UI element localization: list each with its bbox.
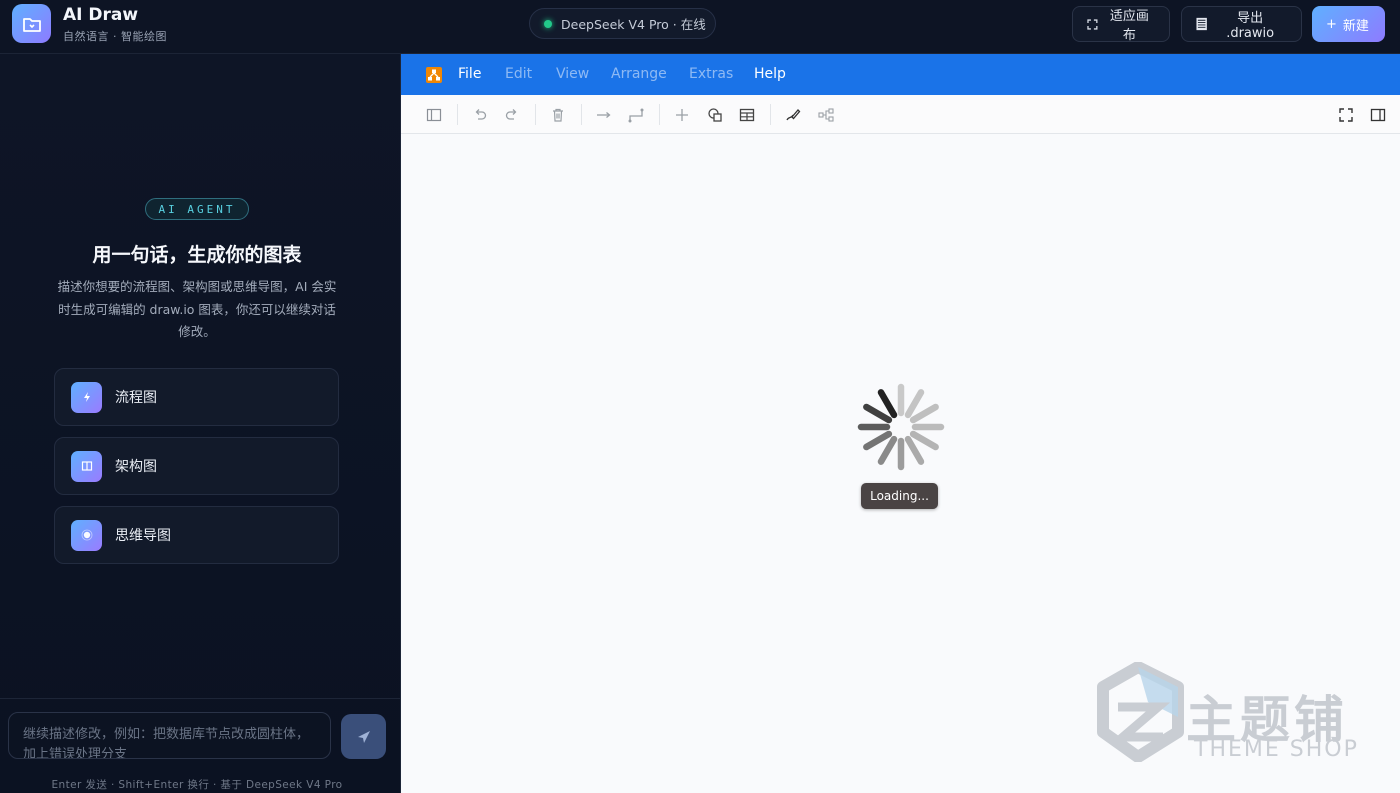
drawio-logo-icon — [426, 67, 442, 83]
online-status-dot — [544, 19, 552, 28]
architecture-icon — [71, 450, 102, 482]
export-label: 导出 .drawio — [1226, 11, 1275, 41]
watermark-logo-icon — [1097, 662, 1184, 762]
diagram-tree-icon[interactable] — [817, 106, 835, 124]
toolbar-separator — [770, 104, 771, 125]
freehand-draw-icon[interactable] — [784, 106, 802, 124]
editor-toolbar — [401, 95, 1400, 134]
loading-label: Loading... — [861, 483, 938, 509]
insert-plus-icon[interactable] — [673, 106, 691, 124]
shapes-icon[interactable] — [706, 106, 724, 124]
menu-edit[interactable]: Edit — [505, 66, 532, 82]
menu-file[interactable]: File — [458, 66, 481, 82]
fit-canvas-label: 适应画布 — [1109, 9, 1149, 43]
flowchart-card[interactable]: 流程图 — [54, 368, 339, 426]
app-logo[interactable] — [12, 4, 51, 43]
ai-agent-badge: AI AGENT — [145, 198, 249, 220]
table-icon[interactable] — [738, 106, 756, 124]
toolbar-separator — [581, 104, 582, 125]
hero-description: 描述你想要的流程图、架构图或思维导图，AI 会实时生成可编辑的 draw.io … — [57, 279, 337, 339]
flowchart-icon — [71, 381, 102, 413]
menu-help[interactable]: Help — [754, 66, 786, 82]
delete-icon[interactable] — [549, 106, 567, 124]
prompt-input[interactable] — [23, 725, 316, 758]
export-drawio-button[interactable]: 导出 .drawio — [1181, 6, 1302, 42]
send-button[interactable] — [341, 714, 386, 759]
send-icon — [357, 730, 370, 743]
drawio-editor: File Edit View Arrange Extras Help Loadi… — [401, 54, 1400, 793]
menu-extras[interactable]: Extras — [689, 66, 733, 82]
toggle-panel-icon[interactable] — [1369, 106, 1387, 124]
new-diagram-button[interactable]: + 新建 — [1312, 6, 1385, 42]
fit-canvas-button[interactable]: 适应画布 — [1072, 6, 1170, 43]
menu-view[interactable]: View — [556, 66, 589, 82]
menu-arrange[interactable]: Arrange — [611, 66, 667, 82]
folder-icon — [22, 17, 41, 32]
loading-spinner-icon — [857, 383, 945, 471]
format-panel-icon[interactable] — [425, 106, 443, 124]
chat-panel: AI AGENT 用一句话，生成你的图表 描述你想要的流程图、架构图或思维导图，… — [0, 54, 401, 793]
new-label: 新建 — [1342, 18, 1369, 34]
redo-icon[interactable] — [503, 106, 521, 124]
fit-screen-icon — [1087, 18, 1098, 30]
architecture-card[interactable]: 架构图 — [54, 437, 339, 495]
undo-icon[interactable] — [471, 106, 489, 124]
chat-composer: Enter 发送 · Shift+Enter 换行 · 基于 DeepSeek … — [0, 698, 400, 793]
mindmap-icon — [71, 519, 102, 551]
flowchart-label: 流程图 — [115, 390, 157, 406]
keyboard-hint: Enter 发送 · Shift+Enter 换行 · 基于 DeepSeek … — [51, 779, 343, 791]
toolbar-separator — [535, 104, 536, 125]
connector-straight-icon[interactable] — [595, 106, 613, 124]
model-status-pill[interactable]: DeepSeek V4 Pro · 在线 — [529, 8, 716, 39]
architecture-label: 架构图 — [115, 459, 157, 475]
hero-title: 用一句话，生成你的图表 — [92, 244, 302, 266]
mindmap-card[interactable]: 思维导图 — [54, 506, 339, 564]
watermark-en: THEME SHOP — [1194, 737, 1359, 762]
plus-icon: + — [1326, 16, 1337, 32]
prompt-input-wrapper — [8, 712, 331, 759]
app-subtitle: 自然语言 · 智能绘图 — [63, 30, 167, 43]
waypoints-icon[interactable] — [627, 106, 645, 124]
app-title: AI Draw — [63, 5, 139, 25]
watermark: 主题铺 THEME SHOP — [1093, 662, 1383, 772]
mindmap-label: 思维导图 — [115, 528, 171, 544]
editor-menubar: File Edit View Arrange Extras Help — [401, 54, 1400, 95]
top-bar: AI Draw 自然语言 · 智能绘图 DeepSeek V4 Pro · 在线… — [0, 0, 1400, 54]
toolbar-separator — [457, 104, 458, 125]
model-status-text: DeepSeek V4 Pro · 在线 — [561, 17, 706, 32]
fullscreen-icon[interactable] — [1337, 106, 1355, 124]
toolbar-separator — [659, 104, 660, 125]
document-icon — [1196, 17, 1207, 31]
